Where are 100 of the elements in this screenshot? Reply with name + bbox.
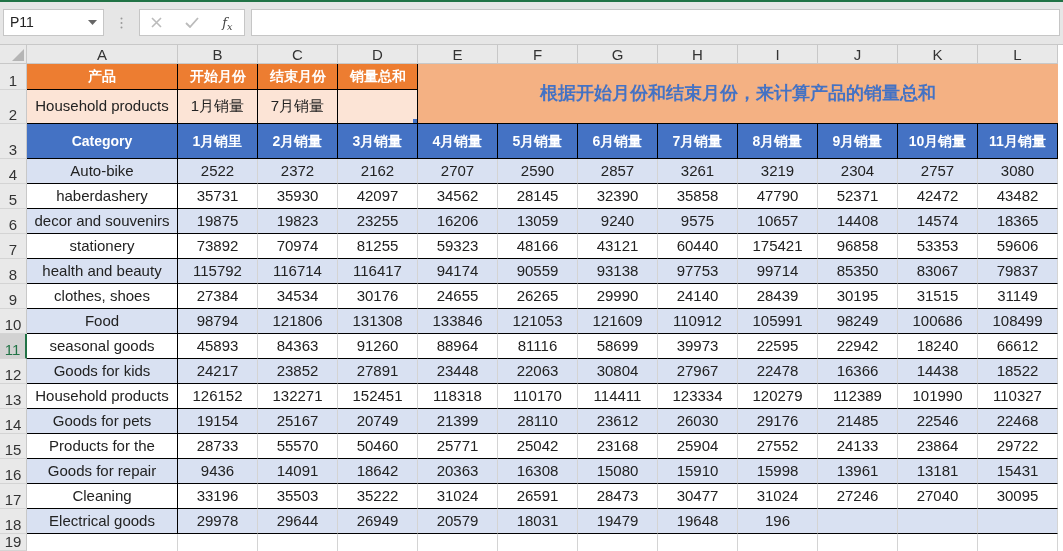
column-header[interactable]: B [178, 45, 258, 64]
row-header[interactable]: 10 [0, 309, 27, 334]
table-cell: 14574 [898, 209, 978, 234]
table-cell: 110327 [978, 384, 1058, 409]
table-cell: 19648 [658, 509, 738, 534]
row-header[interactable]: 11 [0, 334, 27, 359]
select-all-corner[interactable] [0, 45, 27, 64]
table-cell: 66612 [978, 334, 1058, 359]
table-cell: 85350 [818, 259, 898, 284]
table-cell: 2162 [338, 159, 418, 184]
table-cell: 18522 [978, 359, 1058, 384]
table-cell: haberdashery [27, 184, 178, 209]
formula-input[interactable] [251, 9, 1060, 37]
table-cell: 14438 [898, 359, 978, 384]
row-header[interactable]: 12 [0, 359, 27, 384]
table-cell: 2757 [898, 159, 978, 184]
column-heading: 9月销量 [818, 124, 898, 159]
check-icon[interactable] [185, 17, 200, 29]
table-cell: 2522 [178, 159, 258, 184]
row-header[interactable]: 9 [0, 284, 27, 309]
row-header[interactable]: 6 [0, 209, 27, 234]
table-cell: 27552 [738, 434, 818, 459]
table-cell: 27891 [338, 359, 418, 384]
column-header[interactable]: F [498, 45, 578, 64]
table-cell: 50460 [338, 434, 418, 459]
table-cell: 25042 [498, 434, 578, 459]
cancel-icon[interactable] [151, 17, 163, 29]
insert-function-button[interactable]: f$_{x}$ [222, 13, 233, 33]
table-cell: 28439 [738, 284, 818, 309]
column-heading: 10月销量 [898, 124, 978, 159]
table-cell: 16308 [498, 459, 578, 484]
table-cell: 27384 [178, 284, 258, 309]
table-cell: 2372 [258, 159, 338, 184]
row-header[interactable]: 16 [0, 459, 27, 484]
column-heading: 7月销量 [658, 124, 738, 159]
column-header[interactable]: A [27, 45, 178, 64]
table-cell: 7月销量 [258, 90, 338, 124]
table-cell: 18642 [338, 459, 418, 484]
row-header[interactable]: 7 [0, 234, 27, 259]
row-header[interactable]: 8 [0, 259, 27, 284]
row-header[interactable]: 19 [0, 534, 27, 551]
column-header[interactable]: J [818, 45, 898, 64]
row-header[interactable]: 17 [0, 484, 27, 509]
column-header[interactable]: L [978, 45, 1058, 64]
table-cell: 33196 [178, 484, 258, 509]
row-header[interactable]: 1 [0, 64, 27, 90]
table-cell: 结束月份 [258, 64, 338, 90]
table-cell: 118318 [418, 384, 498, 409]
table-cell: Household products [27, 384, 178, 409]
table-cell: 120279 [738, 384, 818, 409]
row-header[interactable]: 3 [0, 124, 27, 159]
table-cell: 28733 [178, 434, 258, 459]
table-cell: 29176 [738, 409, 818, 434]
row-header[interactable]: 5 [0, 184, 27, 209]
table-cell: 16366 [818, 359, 898, 384]
column-header[interactable]: C [258, 45, 338, 64]
table-cell: 20363 [418, 459, 498, 484]
fill-handle-icon[interactable] [413, 119, 417, 123]
column-heading: 4月销量 [418, 124, 498, 159]
table-cell: 23255 [338, 209, 418, 234]
column-header[interactable]: D [338, 45, 418, 64]
cell-reference: P11 [10, 13, 34, 33]
table-cell: 3080 [978, 159, 1058, 184]
result-cell[interactable] [338, 90, 418, 124]
table-cell: 101990 [898, 384, 978, 409]
table-cell: 42097 [338, 184, 418, 209]
table-cell: 131308 [338, 309, 418, 334]
row-header[interactable]: 15 [0, 434, 27, 459]
column-header[interactable]: E [418, 45, 498, 64]
table-cell: 30477 [658, 484, 738, 509]
row-header[interactable]: 13 [0, 384, 27, 409]
table-cell: 121609 [578, 309, 658, 334]
table-cell: 94174 [418, 259, 498, 284]
row-header[interactable]: 14 [0, 409, 27, 434]
table-cell: 26591 [498, 484, 578, 509]
dropdown-icon[interactable] [88, 20, 97, 26]
column-header[interactable]: I [738, 45, 818, 64]
name-box[interactable]: P11 [3, 9, 104, 37]
table-cell: 53353 [898, 234, 978, 259]
table-cell: 196 [738, 509, 818, 534]
table-cell: 31024 [738, 484, 818, 509]
table-cell: 25167 [258, 409, 338, 434]
row-header[interactable]: 18 [0, 509, 27, 534]
table-cell: 15080 [578, 459, 658, 484]
column-header[interactable]: H [658, 45, 738, 64]
row-header[interactable]: 4 [0, 159, 27, 184]
table-cell: 110170 [498, 384, 578, 409]
table-cell: 26030 [658, 409, 738, 434]
column-heading: 1月销里 [178, 124, 258, 159]
row-header[interactable]: 2 [0, 90, 27, 124]
table-cell: 110912 [658, 309, 738, 334]
table-cell: seasonal goods [27, 334, 178, 359]
table-cell: 97753 [658, 259, 738, 284]
column-header[interactable]: G [578, 45, 658, 64]
column-heading: 8月销量 [738, 124, 818, 159]
column-header[interactable]: K [898, 45, 978, 64]
table-cell: 59323 [418, 234, 498, 259]
table-cell: 24217 [178, 359, 258, 384]
table-cell: 100686 [898, 309, 978, 334]
table-cell: Auto-bike [27, 159, 178, 184]
